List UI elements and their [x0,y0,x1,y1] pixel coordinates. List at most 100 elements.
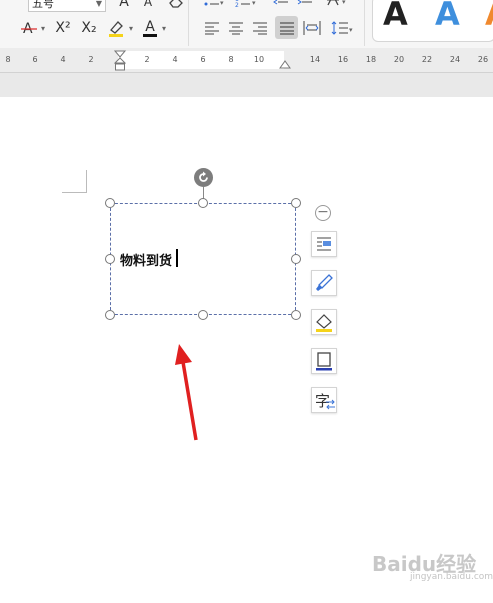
brush-icon [316,274,333,291]
svg-text:2: 2 [235,2,239,8]
numbered-list-icon: 12▾ [235,0,256,8]
decrease-indent-icon [273,0,288,5]
minus-icon: − [317,204,329,220]
align-right-button[interactable] [250,18,270,38]
grow-font-button[interactable]: A [116,0,132,10]
style-gallery: A A A [372,0,493,42]
align-left-icon [205,22,219,35]
font-color-swatch [143,33,157,37]
distributed-align-button[interactable] [302,18,322,38]
justify-button[interactable] [275,16,298,39]
clear-format-button[interactable] [166,0,186,10]
ruler-tick: 18 [365,55,377,64]
svg-text:▾: ▾ [342,0,346,6]
increase-indent-icon [297,0,312,5]
superscript-label: X² [55,20,71,36]
text-direction-icon: ▾ [327,0,346,6]
text-wrap-icon [317,237,331,251]
page-margin-marker [62,170,87,193]
strikethrough-button[interactable]: A [18,18,40,38]
subscript-button[interactable]: X₂ [78,18,100,38]
svg-text:▾: ▾ [252,0,256,7]
style-sample-heading-1[interactable]: A [435,0,460,33]
chevron-down-icon[interactable]: ▾ [160,22,168,34]
numbered-list-button[interactable]: 12▾ [234,0,258,9]
ruler-tick: 24 [449,55,461,64]
decrease-indent-button[interactable] [272,0,290,9]
resize-handle-bottom[interactable] [198,310,208,320]
text-box-content[interactable]: 物料到货 [120,250,172,269]
shrink-font-label: A [143,0,153,9]
shrink-font-button[interactable]: A [140,0,156,10]
rotate-handle[interactable] [194,168,213,187]
swap-arrows-icon [326,399,335,410]
grow-font-label: A [119,0,129,10]
svg-text:▾: ▾ [220,0,224,7]
resize-handle-left[interactable] [105,254,115,264]
text-options-button[interactable]: 字 [311,387,337,413]
align-left-button[interactable] [202,18,222,38]
justify-icon [279,22,294,34]
toolbar-divider [364,0,365,46]
ruler-tick: 6 [32,55,38,64]
superscript-button[interactable]: X² [52,18,74,38]
indent-marker-left[interactable] [114,50,126,72]
text-cursor [176,249,178,267]
bullet-list-icon: ▾ [204,0,224,7]
ruler-tick: 4 [60,55,66,64]
highlighter-icon [109,21,123,37]
collapse-toolbar-button[interactable]: − [315,205,331,221]
subscript-label: X₂ [81,20,97,36]
chevron-down-icon[interactable]: ▾ [39,22,47,34]
increase-indent-button[interactable] [296,0,314,9]
ruler-tick: 8 [5,55,11,64]
fill-bucket-icon [316,314,332,332]
ruler-tick: 14 [309,55,321,64]
rotate-icon [199,171,208,182]
ruler-tick: 2 [88,55,94,64]
chevron-down-icon: ▼ [95,0,102,8]
style-sample-heading-2[interactable]: A [485,0,493,33]
text-direction-button[interactable]: ▾ [324,0,350,9]
annotation-arrow [175,344,198,441]
font-color-button[interactable]: A [140,17,160,39]
align-right-icon [253,22,267,35]
line-spacing-button[interactable]: ▾ [330,18,356,38]
line-spacing-icon: ▾ [331,21,353,35]
watermark-url: jingyan.baidu.com [410,572,493,582]
chevron-down-icon[interactable]: ▾ [127,22,135,34]
bullet-list-button[interactable]: ▾ [202,0,226,9]
resize-handle-top[interactable] [198,198,208,208]
highlight-button[interactable] [105,17,127,39]
ruler-tick: 4 [172,55,178,64]
ruler-tick: 22 [421,55,433,64]
ribbon-toolbar: 五号 ▼ A A A ▾ X² X₂ ▾ A ▾ ▾ 12▾ ▾ [0,0,493,48]
resize-handle-top-left[interactable] [105,198,115,208]
page-gutter [0,73,493,97]
indent-marker-right[interactable] [279,58,291,70]
ruler-tick: 8 [228,55,234,64]
ruler-tick: 2 [144,55,150,64]
layout-options-button[interactable] [311,231,337,257]
ruler-tick: 20 [393,55,405,64]
style-sample-normal[interactable]: A [383,0,408,33]
ruler-tick: 16 [337,55,349,64]
toolbar-divider [188,0,189,46]
align-center-button[interactable] [226,18,246,38]
ruler-tick: 10 [253,55,265,64]
ruler-tick: 26 [477,55,489,64]
resize-handle-right[interactable] [291,254,301,264]
strikethrough-icon: A [21,21,37,37]
font-color-label: A [145,18,155,35]
shape-style-button[interactable] [311,270,337,296]
resize-handle-top-right[interactable] [291,198,301,208]
shape-outline-button[interactable] [311,348,337,374]
font-size-value: 五号 [32,0,54,10]
font-size-select[interactable]: 五号 ▼ [28,0,106,12]
resize-handle-bottom-left[interactable] [105,310,115,320]
resize-handle-bottom-right[interactable] [291,310,301,320]
shape-fill-button[interactable] [311,309,337,335]
horizontal-ruler[interactable]: 8 6 4 2 2 4 6 8 10 14 16 18 20 22 24 26 [0,48,493,73]
distributed-align-icon [303,21,321,35]
outline-icon [316,352,332,371]
